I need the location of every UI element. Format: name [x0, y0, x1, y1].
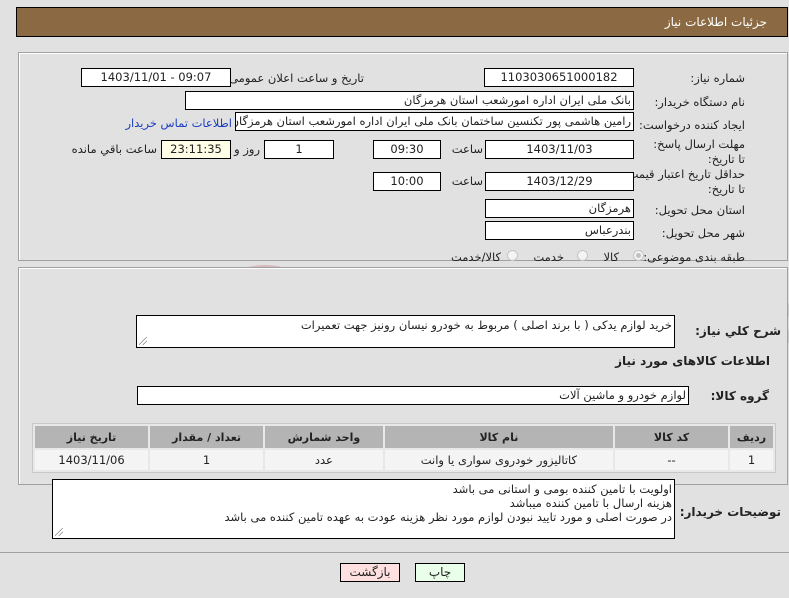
buyer-note-line: در صورت اصلی و مورد تایید نبودن لوازم مو…: [224, 510, 672, 524]
remaining-days-field: 1: [264, 140, 334, 159]
announce-datetime-field: 1403/11/01 - 09:07: [81, 68, 231, 87]
cell-goods-name: کاتالیزور خودروی سواری یا وانت: [384, 450, 614, 470]
resize-handle-icon[interactable]: [55, 528, 63, 536]
goods-group-field: لوازم خودرو و ماشین آلات: [137, 386, 689, 405]
response-deadline-label: مهلت ارسال پاسخ: تا تاریخ:: [653, 137, 745, 166]
cell-need-date: 1403/11/06: [35, 450, 149, 470]
col-goods-name: نام کالا: [384, 426, 614, 448]
price-validity-time-label: ساعت: [451, 174, 483, 188]
col-row-number: ردیف: [730, 426, 773, 448]
col-goods-code: کد کالا: [615, 426, 729, 448]
response-deadline-date: 1403/11/03: [485, 140, 634, 159]
description-label: شرح کلي نياز:: [695, 324, 781, 338]
remaining-time-field: 23:11:35: [161, 140, 231, 159]
buyer-notes-label: توضیحات خریدار:: [679, 505, 781, 519]
announce-datetime-label: تاریخ و ساعت اعلان عمومی:: [225, 71, 364, 85]
goods-table-header: ردیف کد کالا نام کالا واحد شمارش تعداد /…: [35, 426, 773, 448]
category-label: طبقه بندی موضوعی:: [643, 250, 745, 264]
resize-handle-icon[interactable]: [139, 337, 147, 345]
response-time-label: ساعت: [451, 142, 483, 156]
print-button[interactable]: چاپ: [415, 563, 465, 582]
page-header: جزئیات اطلاعات نیاز: [16, 7, 788, 37]
need-number-field: 1103030651000182: [484, 68, 634, 87]
table-row: 1 -- کاتالیزور خودروی سواری یا وانت عدد …: [35, 450, 773, 470]
category-radio-service[interactable]: [577, 250, 588, 261]
buyer-notes-field: اولویت با تامین کننده بومی و استانی می ب…: [52, 479, 675, 539]
requester-field: رامین هاشمی پور تکنسین ساختمان بانک ملی …: [235, 112, 634, 131]
buyer-org-label: نام دستگاه خریدار:: [654, 95, 745, 109]
delivery-city-field: بندرعباس: [485, 221, 634, 240]
need-number-label: شماره نیاز:: [690, 71, 745, 85]
price-validity-date: 1403/12/29: [485, 172, 634, 191]
remaining-time-label: ساعت باقي مانده: [71, 142, 157, 156]
days-label: روز و: [234, 142, 260, 156]
category-option-goods: کالا: [603, 250, 619, 264]
goods-group-label: گروه کالا:: [710, 389, 769, 403]
requester-label: ایجاد کننده درخواست:: [639, 118, 745, 132]
delivery-province-field: هرمزگان: [485, 199, 634, 218]
goods-info-title: اطلاعات کالاهای مورد نیاز: [615, 354, 770, 368]
cell-row-number: 1: [730, 450, 773, 470]
buyer-contact-link[interactable]: اطلاعات تماس خریدار: [125, 116, 232, 130]
col-quantity: تعداد / مقدار: [150, 426, 264, 448]
buyer-note-line: اولویت با تامین کننده بومی و استانی می ب…: [452, 482, 672, 496]
page-title: جزئیات اطلاعات نیاز: [664, 15, 767, 29]
buyer-note-line: هزینه ارسال با تامین کننده میباشد: [509, 496, 672, 510]
delivery-province-label: استان محل تحویل:: [654, 203, 745, 217]
back-button[interactable]: بازگشت: [340, 563, 400, 582]
delivery-city-label: شهر محل تحویل:: [661, 226, 745, 240]
category-radio-goods-service[interactable]: [507, 250, 518, 261]
price-validity-time: 10:00: [373, 172, 441, 191]
cell-unit: عدد: [265, 450, 383, 470]
goods-table: ردیف کد کالا نام کالا واحد شمارش تعداد /…: [32, 423, 776, 473]
response-deadline-time: 09:30: [373, 140, 441, 159]
category-option-service: خدمت: [533, 250, 564, 264]
cell-goods-code: --: [615, 450, 729, 470]
col-unit: واحد شمارش: [265, 426, 383, 448]
description-field: خرید لوازم یدکی ( با برند اصلی ) مربوط ب…: [136, 315, 675, 348]
price-validity-label: حداقل تاریخ اعتبار قیمت: تا تاریخ:: [623, 167, 745, 196]
category-option-goods-service: کالا/خدمت: [450, 250, 501, 264]
category-radio-goods[interactable]: [633, 250, 644, 261]
col-need-date: تاریخ نیاز: [35, 426, 149, 448]
buyer-org-field: بانک ملی ایران اداره امورشعب استان هرمزگ…: [185, 91, 634, 110]
cell-quantity: 1: [150, 450, 264, 470]
description-text: خرید لوازم یدکی ( با برند اصلی ) مربوط ب…: [300, 318, 672, 332]
footer-divider: [0, 552, 789, 553]
